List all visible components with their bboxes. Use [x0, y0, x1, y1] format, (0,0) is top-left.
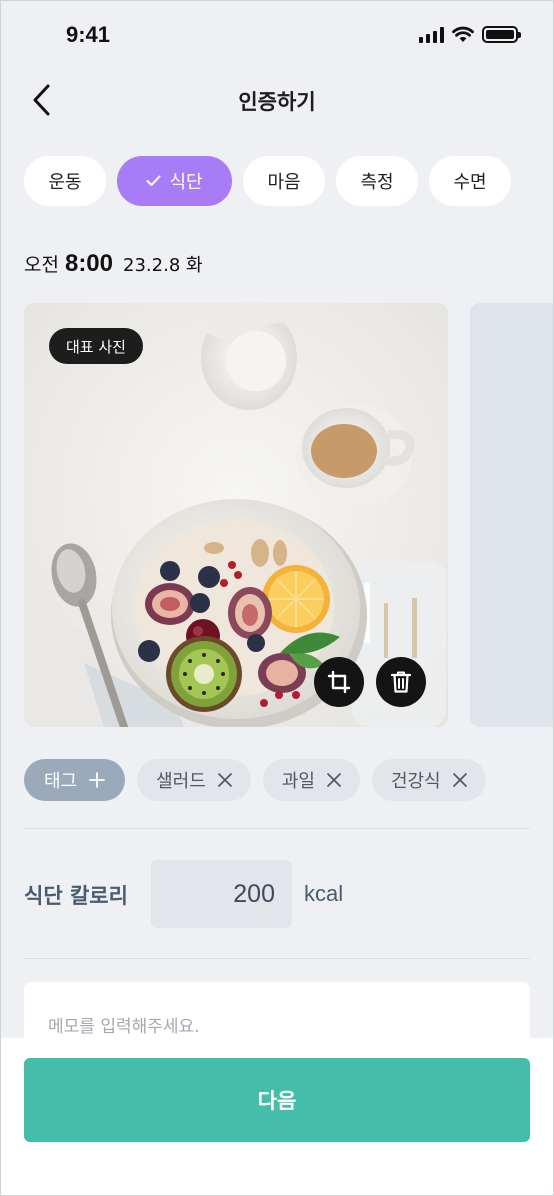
tab-diet[interactable]: 식단 [117, 156, 232, 206]
tag-label: 과일 [281, 771, 315, 792]
remove-tag-button[interactable] [327, 773, 341, 787]
calorie-label: 식단 칼로리 [24, 884, 128, 908]
tag-label: 샐러드 [156, 771, 206, 792]
next-photo-slot[interactable] [470, 303, 554, 727]
tab-label: 운동 [48, 172, 82, 193]
crop-button[interactable] [314, 657, 364, 707]
add-tag-button[interactable]: 태그 [24, 759, 126, 801]
calorie-input[interactable] [151, 860, 292, 928]
page-title: 인증하기 [238, 90, 316, 114]
tag-chip: 건강식 [371, 759, 486, 801]
close-icon [217, 773, 232, 787]
tab-label: 마음 [267, 172, 301, 193]
plus-icon [89, 772, 106, 788]
category-tabs: 운동 식단 마음 측정 수면 [24, 156, 511, 206]
next-button[interactable]: 다음 [24, 1058, 530, 1142]
remove-tag-button[interactable] [452, 773, 467, 787]
representative-photo-badge: 대표 사진 [49, 328, 143, 364]
header: 인증하기 [0, 70, 554, 130]
tab-mind[interactable]: 마음 [243, 156, 325, 206]
bottom-bar: 다음 [0, 1038, 554, 1196]
status-bar: 9:41 [0, 0, 554, 70]
crop-icon [327, 670, 351, 694]
tab-sleep[interactable]: 수면 [429, 156, 511, 206]
tab-label: 식단 [169, 172, 203, 193]
add-tag-label: 태그 [44, 771, 78, 792]
tab-label: 수면 [453, 172, 487, 193]
datetime-time: 8:00 [64, 250, 114, 277]
tab-exercise[interactable]: 운동 [24, 156, 106, 206]
calorie-unit: kcal [304, 881, 344, 906]
divider [24, 958, 530, 959]
tag-chip: 과일 [262, 759, 360, 801]
trash-icon [390, 671, 412, 693]
check-icon [146, 175, 161, 186]
tab-measure[interactable]: 측정 [336, 156, 418, 206]
tag-list: 태그 샐러드 과일 건강식 [24, 759, 486, 801]
datetime-date: 23.2.8 화 [123, 255, 203, 276]
battery-icon [482, 26, 521, 43]
datetime[interactable]: 오전 8:00 23.2.8 화 [24, 250, 203, 278]
close-icon [452, 773, 467, 787]
screen: 9:41 인증하기 운동 식단 마음 측정 수면 오전 8:00 23.2.8 … [0, 0, 554, 1196]
datetime-ampm: 오전 [24, 254, 59, 276]
wifi-icon [452, 26, 474, 42]
tag-chip: 샐러드 [137, 759, 251, 801]
status-icons [419, 26, 521, 43]
remove-tag-button[interactable] [217, 773, 232, 787]
status-time: 9:41 [66, 22, 111, 47]
delete-photo-button[interactable] [376, 657, 426, 707]
divider [24, 828, 530, 829]
meal-photo[interactable]: 대표 사진 [24, 303, 448, 727]
cellular-signal-icon [419, 26, 444, 43]
close-icon [327, 773, 341, 787]
tab-label: 측정 [360, 172, 394, 193]
tag-label: 건강식 [390, 771, 441, 792]
